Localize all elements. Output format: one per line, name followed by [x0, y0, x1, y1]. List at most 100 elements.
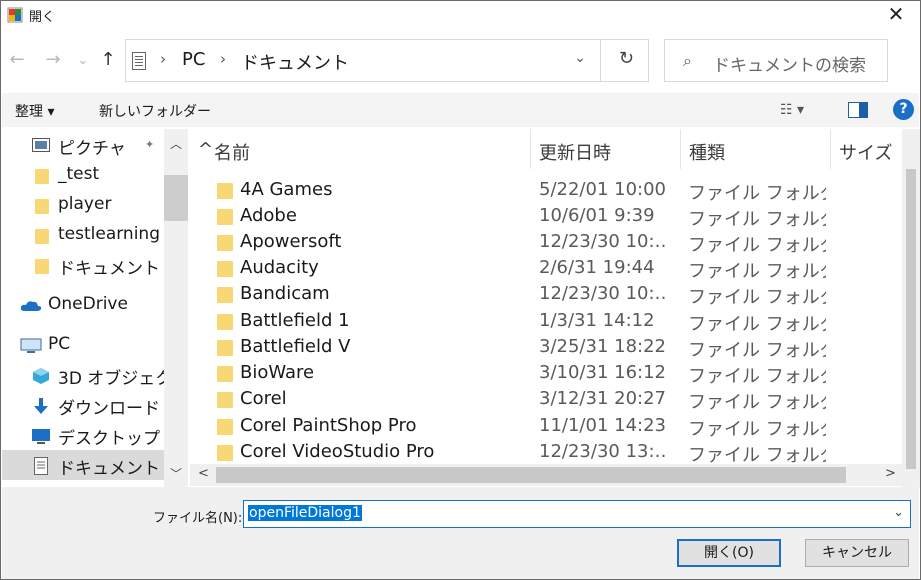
nav-item-testlearning[interactable]: testlearning [2, 220, 164, 250]
refresh-icon[interactable]: ↻ [619, 48, 634, 69]
breadcrumb-documents[interactable]: ドキュメント [241, 49, 349, 75]
pin-icon[interactable]: ✦ [145, 138, 154, 151]
file-name: Battlefield V [240, 336, 351, 357]
file-type: ファイル フォルダー [688, 419, 826, 440]
column-header-date[interactable]: 更新日時 [531, 129, 681, 169]
file-date: 3/10/31 16:12 [539, 362, 666, 383]
column-header-label: サイズ [839, 143, 893, 164]
nav-item-3d-objects[interactable]: 3D オブジェクト [2, 360, 188, 390]
open-button[interactable]: 開く(O) [677, 539, 781, 567]
nav-item-label: testlearning [58, 224, 160, 244]
file-name: BioWare [240, 362, 315, 383]
nav-item-documents-folder[interactable]: ドキュメント [2, 250, 164, 280]
file-row[interactable]: Audacity 2/6/31 19:44 ファイル フォルダー [190, 256, 902, 282]
column-header-type[interactable]: 種類 [681, 129, 831, 169]
nav-item-player[interactable]: player [2, 190, 164, 220]
folder-icon [217, 445, 233, 461]
file-name: Corel VideoStudio Pro [240, 441, 435, 462]
folder-icon [217, 287, 233, 303]
breadcrumb-separator-icon[interactable]: › [220, 50, 226, 68]
close-button[interactable]: ✕ [878, 3, 914, 27]
folder-icon [217, 209, 233, 225]
file-row[interactable]: Adobe 10/6/01 9:39 ファイル フォルダー [190, 204, 902, 230]
nav-item-label: ダウンロード [58, 399, 160, 419]
file-row[interactable]: Battlefield V 3/25/31 18:22 ファイル フォルダー [190, 335, 902, 361]
file-name: Bandicam [240, 283, 330, 304]
breadcrumb-separator-icon[interactable]: › [160, 50, 166, 68]
file-date: 12/23/30 10:… [539, 283, 666, 304]
nav-item-onedrive[interactable]: OneDrive [2, 290, 164, 320]
search-placeholder: ドキュメントの検索 [713, 56, 866, 76]
vertical-scroll-thumb[interactable] [906, 169, 916, 469]
organize-button[interactable]: 整理 ▾ [15, 101, 54, 121]
onedrive-icon [20, 301, 42, 311]
column-header-size[interactable]: サイズ [831, 129, 902, 169]
scroll-right-icon[interactable]: > [885, 466, 896, 481]
command-bar: 整理 ▾ 新しいフォルダー ☷ ▾ ? [2, 93, 919, 127]
file-row[interactable]: Corel 3/12/31 20:27 ファイル フォルダー [190, 387, 902, 413]
file-list-horizontal-scrollbar[interactable]: < > [190, 464, 902, 486]
address-dropdown-icon[interactable]: ⌄ [574, 50, 586, 66]
help-icon[interactable]: ? [893, 99, 914, 120]
file-list-vertical-scrollbar[interactable] [902, 129, 920, 487]
file-name: Apowersoft [240, 231, 342, 252]
nav-item-pc[interactable]: PC [2, 330, 164, 360]
filename-dropdown-icon[interactable]: ⌄ [893, 505, 904, 520]
column-header-label: 名前 [214, 143, 250, 164]
file-row[interactable]: 4A Games 5/22/01 10:00 ファイル フォルダー [190, 178, 902, 204]
view-options-icon[interactable]: ☷ ▾ [780, 102, 804, 118]
preview-pane-icon[interactable] [848, 102, 868, 118]
scroll-down-icon[interactable]: ﹀ [170, 465, 182, 482]
scroll-left-icon[interactable]: < [198, 466, 209, 481]
file-date: 12/23/30 13:… [539, 441, 666, 462]
search-input[interactable]: ⌕ ドキュメントの検索 [664, 39, 888, 82]
file-date: 5/22/01 10:00 [539, 179, 666, 200]
back-button[interactable]: ← [6, 49, 28, 70]
nav-item-pictures[interactable]: ピクチャ ✦ [2, 130, 164, 160]
forward-button[interactable]: → [42, 49, 64, 70]
nav-scrollbar[interactable]: ︿ ﹀ [164, 129, 188, 487]
file-row[interactable]: BioWare 3/10/31 16:12 ファイル フォルダー [190, 361, 902, 387]
file-row[interactable]: Apowersoft 12/23/30 10:… ファイル フォルダー [190, 230, 902, 256]
file-row[interactable]: Bandicam 12/23/30 10:… ファイル フォルダー [190, 282, 902, 308]
nav-item-downloads[interactable]: ダウンロード [2, 390, 164, 420]
file-list: 名前 ^ 更新日時 種類 サイズ 4A Games 5/22/01 10:00 ファ… [190, 129, 920, 487]
address-bar[interactable]: › PC › ドキュメント ⌄ ↻ [125, 39, 649, 82]
folder-icon [217, 183, 233, 199]
column-header-name[interactable]: 名前 ^ [190, 129, 531, 169]
scroll-up-icon[interactable]: ︿ [170, 135, 182, 152]
column-header-label: 種類 [689, 143, 725, 164]
horizontal-scroll-thumb[interactable] [216, 467, 846, 483]
file-type: ファイル フォルダー [688, 261, 826, 282]
folder-icon [217, 261, 233, 277]
recent-locations-chevron-icon[interactable]: ⌄ [72, 53, 94, 68]
filename-label: ファイル名(N): [153, 511, 243, 526]
up-button[interactable]: ↑ [97, 49, 119, 70]
file-row[interactable]: Corel VideoStudio Pro 12/23/30 13:… ファイル フ… [190, 440, 902, 466]
file-type: ファイル フォルダー [688, 235, 826, 256]
file-row[interactable]: Corel PaintShop Pro 11/1/01 14:23 ファイル フォル… [190, 414, 902, 440]
dialog-footer: ファイル名(N): openFileDialog1 ⌄ 開く(O) キャンセル [2, 487, 919, 579]
folder-icon [217, 340, 233, 356]
breadcrumb-pc[interactable]: PC [182, 49, 205, 70]
nav-item-test[interactable]: _test [2, 160, 164, 190]
file-row[interactable]: Battlefield 1 1/3/31 14:12 ファイル フォルダー [190, 309, 902, 335]
nav-item-label: player [58, 194, 112, 214]
navigation-pane: ピクチャ ✦ _test player testlearning ドキュメント … [2, 129, 188, 487]
folder-icon [217, 314, 233, 330]
filename-field[interactable]: openFileDialog1 ⌄ [243, 500, 911, 528]
filename-value[interactable]: openFileDialog1 [248, 505, 362, 521]
new-folder-button[interactable]: 新しいフォルダー [99, 101, 211, 121]
window-title: 開く [29, 10, 56, 25]
file-type: ファイル フォルダー [688, 209, 826, 230]
file-date: 10/6/01 9:39 [539, 205, 655, 226]
column-header-label: 更新日時 [539, 143, 611, 164]
file-date: 1/3/31 14:12 [539, 310, 655, 331]
nav-item-documents[interactable]: ドキュメント [2, 450, 164, 480]
nav-scroll-thumb[interactable] [164, 175, 188, 221]
file-type: ファイル フォルダー [688, 287, 826, 308]
nav-item-desktop[interactable]: デスクトップ [2, 420, 164, 450]
cancel-button[interactable]: キャンセル [805, 539, 909, 567]
desktop-icon [32, 429, 50, 444]
file-name: Battlefield 1 [240, 310, 350, 331]
